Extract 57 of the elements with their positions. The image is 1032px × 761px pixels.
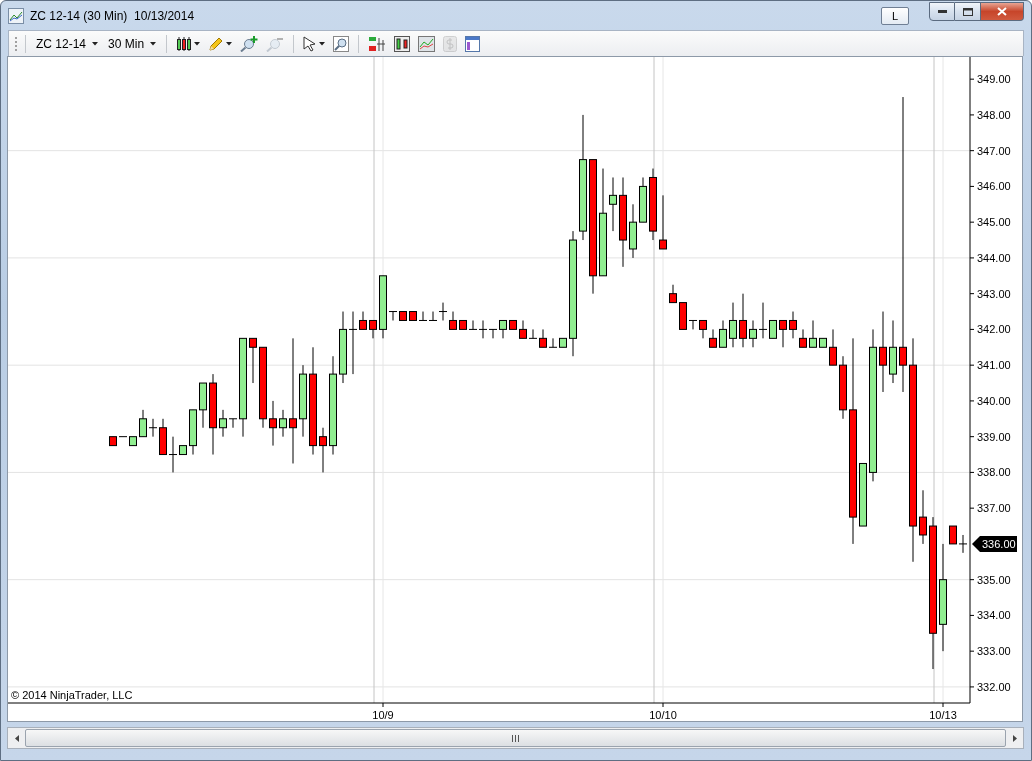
price-axis-label: 337.00 <box>977 502 1011 515</box>
caret-icon <box>319 41 326 46</box>
price-axis-label: 347.00 <box>977 144 1011 157</box>
price-axis-label: 334.00 <box>977 609 1011 622</box>
caret-icon <box>92 41 99 46</box>
zoom-in-icon <box>240 35 259 52</box>
dollar-icon <box>443 35 458 52</box>
close-button[interactable] <box>981 2 1024 21</box>
link-button[interactable]: L <box>881 6 909 25</box>
price-axis-label: 343.00 <box>977 287 1011 300</box>
minimize-icon <box>937 10 947 13</box>
pencil-icon <box>208 35 225 52</box>
price-axis-label: 348.00 <box>977 108 1011 121</box>
right-arrow-icon <box>1012 734 1017 742</box>
zoom-out-icon <box>266 35 285 52</box>
chart-window-icon <box>8 7 24 24</box>
caret-icon <box>226 41 233 46</box>
strategy-bars-icon <box>368 35 387 52</box>
price-axis-label: 338.00 <box>977 466 1011 479</box>
price-axis-label: 340.00 <box>977 394 1011 407</box>
maximize-button[interactable] <box>955 2 981 21</box>
left-arrow-icon <box>14 734 19 742</box>
horizontal-scrollbar[interactable] <box>7 727 1024 749</box>
caret-icon <box>194 41 201 46</box>
price-axis-label: 332.00 <box>977 680 1011 693</box>
copyright-text: © 2014 NinjaTrader, LLC <box>11 689 133 701</box>
window-title: ZC 12-14 (30 Min) 10/13/2014 <box>30 8 196 23</box>
interval-dropdown[interactable]: 30 Min <box>105 36 160 51</box>
close-icon <box>997 7 1007 16</box>
scroll-thumb[interactable] <box>25 729 1006 747</box>
grip-icon <box>512 734 519 742</box>
toolbar-button[interactable] <box>301 33 328 54</box>
price-axis-label: 345.00 <box>977 216 1011 229</box>
candlestick-box-icon <box>394 35 411 52</box>
price-axis-label: 346.00 <box>977 180 1011 193</box>
price-axis-label: 333.00 <box>977 645 1011 658</box>
date-axis-label: 10/13 <box>929 709 957 721</box>
instrument-dropdown[interactable]: ZC 12-14 <box>33 36 102 51</box>
date-axis-label: 10/9 <box>372 709 394 721</box>
date-axis-label: 10/10 <box>649 709 677 721</box>
candlestick-icon <box>176 35 193 52</box>
price-axis-label: 341.00 <box>977 359 1011 372</box>
cursor-arrow-icon <box>303 35 318 52</box>
price-axis-label: 349.00 <box>977 73 1011 86</box>
price-axis-label: 344.00 <box>977 251 1011 264</box>
toolbar-button[interactable] <box>392 33 413 54</box>
caret-icon <box>150 41 157 46</box>
price-axis-label: 339.00 <box>977 430 1011 443</box>
toolbar-grip[interactable] <box>15 35 18 52</box>
magnifier-icon <box>333 35 350 52</box>
price-axis-label: 335.00 <box>977 573 1011 586</box>
price-axis-label: 342.00 <box>977 323 1011 336</box>
window-properties-icon <box>465 35 481 52</box>
last-price-marker: 336.00 <box>972 535 1017 552</box>
maximize-icon <box>962 7 973 16</box>
minimize-button[interactable] <box>929 2 955 21</box>
line-chart-icon <box>418 35 436 52</box>
